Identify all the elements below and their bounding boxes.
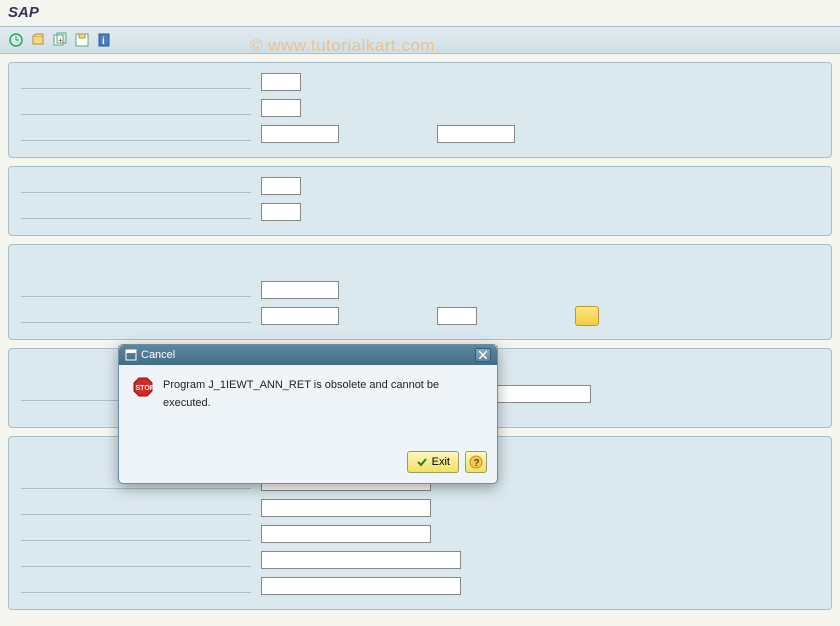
close-icon[interactable] — [475, 348, 491, 362]
svg-text:?: ? — [474, 458, 480, 469]
toolbar: + i — [0, 26, 840, 54]
exit-button[interactable]: Exit — [407, 451, 459, 473]
field-label — [21, 579, 251, 593]
dialog-footer: Exit ? — [119, 445, 497, 483]
title-bar: SAP — [0, 0, 840, 26]
field-label — [21, 501, 251, 515]
svg-text:STOP: STOP — [136, 385, 154, 392]
save-variant-icon[interactable] — [72, 30, 92, 50]
field-label — [21, 527, 251, 541]
exit-button-label: Exit — [432, 456, 450, 468]
input-field[interactable] — [261, 281, 339, 299]
help-button[interactable]: ? — [465, 451, 487, 473]
input-field[interactable] — [261, 125, 339, 143]
input-field[interactable] — [261, 99, 301, 117]
execute-icon[interactable] — [6, 30, 26, 50]
input-field[interactable] — [261, 551, 461, 569]
panel-1 — [8, 62, 832, 158]
app-title: SAP — [8, 4, 39, 21]
input-field[interactable] — [261, 307, 339, 325]
multiple-selection-button[interactable] — [575, 306, 599, 326]
input-field[interactable] — [261, 177, 301, 195]
field-label — [21, 283, 251, 297]
field-label — [21, 127, 251, 141]
input-field[interactable] — [261, 203, 301, 221]
dialog-titlebar: Cancel — [119, 345, 497, 365]
input-field[interactable] — [261, 577, 461, 595]
input-field[interactable] — [261, 525, 431, 543]
variant-attributes-icon[interactable]: + — [50, 30, 70, 50]
field-label — [21, 75, 251, 89]
dialog-title-text: Cancel — [141, 349, 175, 361]
input-field[interactable] — [491, 385, 591, 403]
input-field[interactable] — [437, 307, 477, 325]
field-label — [21, 101, 251, 115]
input-field[interactable] — [261, 499, 431, 517]
svg-text:+: + — [58, 36, 63, 45]
input-field[interactable] — [261, 73, 301, 91]
dialog-message: Program J_1IEWT_ANN_RET is obsolete and … — [163, 377, 483, 437]
field-label — [21, 553, 251, 567]
check-icon — [416, 456, 428, 468]
info-icon[interactable]: i — [94, 30, 114, 50]
panel-3 — [8, 244, 832, 340]
dialog-window-icon — [125, 349, 137, 361]
panel-2 — [8, 166, 832, 236]
dialog-body: STOP Program J_1IEWT_ANN_RET is obsolete… — [119, 365, 497, 445]
cancel-dialog: Cancel STOP Program J_1IEWT_ANN_RET is o… — [118, 344, 498, 484]
input-field[interactable] — [437, 125, 515, 143]
field-label — [21, 205, 251, 219]
field-label — [21, 179, 251, 193]
stop-icon: STOP — [133, 377, 153, 437]
help-icon: ? — [469, 455, 483, 469]
field-label — [21, 309, 251, 323]
get-variant-icon[interactable] — [28, 30, 48, 50]
svg-text:i: i — [102, 36, 105, 47]
content-area — [0, 54, 840, 626]
